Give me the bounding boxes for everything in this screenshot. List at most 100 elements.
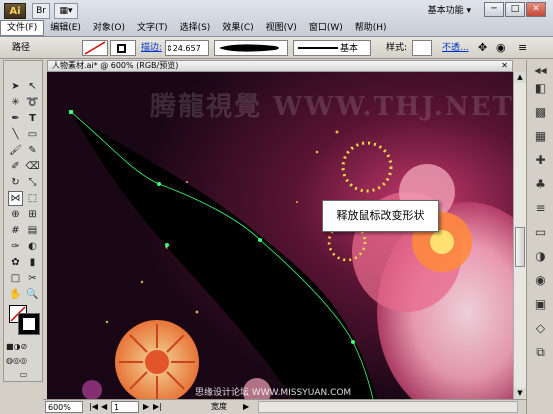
status-bar: 600% |◀ ◀ 1 ▶ ▶| 宽度 ▶ bbox=[43, 399, 526, 414]
artboard-icon[interactable]: □ bbox=[8, 271, 23, 286]
perspective-grid-icon[interactable]: ⊞ bbox=[25, 207, 40, 222]
transparency-icon[interactable]: ◑ bbox=[532, 248, 549, 265]
close-tab-icon[interactable]: ✕ bbox=[501, 61, 508, 71]
scale-icon[interactable]: ⤡ bbox=[25, 175, 40, 190]
menu-type[interactable]: 文字(T) bbox=[131, 20, 174, 36]
bridge-icon[interactable]: Br bbox=[32, 3, 50, 19]
blob-brush-icon[interactable]: ✐ bbox=[8, 159, 23, 174]
workspace-switcher[interactable]: 基本功能 ▾ bbox=[424, 3, 475, 19]
width-tool-icon[interactable]: ⋈ bbox=[8, 191, 23, 206]
workspace-label: 基本功能 bbox=[427, 6, 464, 16]
rectangle-icon[interactable]: ▭ bbox=[25, 127, 40, 142]
next-page-icon[interactable]: ▶ bbox=[143, 401, 149, 413]
zoom-value: 600% bbox=[48, 403, 71, 412]
menu-edit[interactable]: 编辑(E) bbox=[44, 20, 87, 36]
appearance-icon[interactable]: ◉ bbox=[532, 272, 549, 289]
status-menu-icon[interactable]: ▶ bbox=[243, 401, 249, 413]
hand-icon[interactable]: ✋ bbox=[8, 287, 23, 302]
symbols-icon[interactable]: ♣ bbox=[532, 176, 549, 193]
rotate-icon[interactable]: ↻ bbox=[8, 175, 23, 190]
tool-status-text: 宽度 bbox=[211, 402, 227, 411]
minimize-button[interactable]: ─ bbox=[484, 2, 504, 17]
isolate-icon[interactable]: ✥ bbox=[478, 40, 487, 56]
recolor-artwork-icon[interactable]: ◉ bbox=[496, 40, 506, 56]
slice-icon[interactable]: ✂ bbox=[25, 271, 40, 286]
swatches-icon[interactable]: ▦ bbox=[532, 128, 549, 145]
last-page-icon[interactable]: ▶| bbox=[153, 401, 162, 413]
artboards-icon[interactable]: ⧉ bbox=[532, 344, 549, 361]
eraser-icon[interactable]: ⌫ bbox=[25, 159, 40, 174]
page-field[interactable]: 1 bbox=[111, 401, 139, 413]
stroke-color-box[interactable] bbox=[18, 313, 40, 335]
stroke-panel-link[interactable]: 描边: bbox=[141, 40, 162, 56]
paintbrush-icon[interactable]: 🖌 bbox=[8, 143, 23, 158]
free-transform-icon[interactable]: ⬚ bbox=[25, 191, 40, 206]
scroll-thumb[interactable] bbox=[515, 227, 525, 267]
line-segment-icon[interactable]: ╲ bbox=[8, 127, 23, 142]
document-tab[interactable]: 人物素材.ai* @ 600% (RGB/预览) ✕ bbox=[47, 60, 513, 72]
layers-icon[interactable]: ◇ bbox=[532, 320, 549, 337]
artboard-canvas[interactable]: 腾龍視覺 WWW.THJ.NET 思缘设计论坛 WWW.MISSYUAN.COM bbox=[47, 72, 513, 399]
page-value: 1 bbox=[114, 403, 120, 412]
vertical-scrollbar[interactable]: ▲ ▼ bbox=[513, 72, 526, 399]
pen-icon[interactable]: ✒ bbox=[8, 111, 23, 126]
scroll-down-arrow-icon[interactable]: ▼ bbox=[514, 388, 526, 399]
stroke-weight-input[interactable]: ⇕24.657 bbox=[165, 40, 209, 56]
lasso-icon[interactable]: ➰ bbox=[25, 95, 40, 110]
close-button[interactable]: ✕ bbox=[526, 2, 546, 17]
screen-mode-icon[interactable]: ▭ bbox=[16, 367, 31, 382]
zoom-field[interactable]: 600% bbox=[45, 401, 83, 413]
stroke-panel-icon[interactable]: ≡ bbox=[532, 200, 549, 217]
draw-mode-icon[interactable]: ◍◎◎ bbox=[6, 353, 27, 368]
menu-effect[interactable]: 效果(C) bbox=[216, 20, 259, 36]
zoom-icon[interactable]: 🔍 bbox=[25, 287, 40, 302]
graphic-style-dropdown[interactable] bbox=[412, 40, 432, 56]
gradient-icon[interactable]: ▤ bbox=[25, 223, 40, 238]
first-page-icon[interactable]: |◀ bbox=[89, 401, 98, 413]
opacity-link[interactable]: 不透... bbox=[442, 40, 469, 56]
brush-definition-dropdown[interactable]: 基本 bbox=[293, 40, 371, 56]
tools-panel: ➤ ↖ ✳ ➰ ✒ T ╲ ▭ 🖌 ✎ ✐ ⌫ ↻ ⤡ ⋈ ⬚ ⊕ ⊞ # ▤ … bbox=[3, 60, 43, 382]
pencil-icon[interactable]: ✎ bbox=[25, 143, 40, 158]
menu-select[interactable]: 选择(S) bbox=[174, 20, 217, 36]
shape-builder-icon[interactable]: ⊕ bbox=[8, 207, 23, 222]
stroke-weight-value: 24.657 bbox=[172, 44, 201, 53]
selection-arrow-icon[interactable]: ➤ bbox=[8, 79, 23, 94]
type-icon[interactable]: T bbox=[25, 111, 40, 126]
app-logo: Ai bbox=[4, 3, 26, 19]
menu-object[interactable]: 对象(O) bbox=[87, 20, 131, 36]
eyedropper-icon[interactable]: ✑ bbox=[8, 239, 23, 254]
fill-swatch[interactable] bbox=[82, 40, 108, 56]
direct-selection-icon[interactable]: ↖ bbox=[25, 79, 40, 94]
menu-window[interactable]: 窗口(W) bbox=[303, 20, 349, 36]
menu-view[interactable]: 视图(V) bbox=[260, 20, 303, 36]
graphic-styles-icon[interactable]: ▣ bbox=[532, 296, 549, 313]
column-graph-icon[interactable]: ▮ bbox=[25, 255, 40, 270]
gradient-panel-icon[interactable]: ▭ bbox=[532, 224, 549, 241]
collapse-panels-icon[interactable]: ◀◀ bbox=[532, 62, 549, 79]
menu-file[interactable]: 文件(F) bbox=[0, 20, 45, 36]
stepper-icon[interactable]: ⇕ bbox=[166, 44, 173, 53]
brushes-icon[interactable]: ✚ bbox=[532, 152, 549, 169]
prev-page-icon[interactable]: ◀ bbox=[101, 401, 107, 413]
stroke-swatch[interactable] bbox=[110, 40, 136, 56]
arrange-documents-icon[interactable]: ▦▾ bbox=[54, 3, 78, 19]
chevron-down-icon: ▾ bbox=[466, 6, 471, 16]
menu-bar: 文件(F) 编辑(E) 对象(O) 文字(T) 选择(S) 效果(C) 视图(V… bbox=[0, 20, 393, 36]
watermark-text: 腾龍視覺 WWW.THJ.NET bbox=[150, 92, 513, 122]
mesh-icon[interactable]: # bbox=[8, 223, 23, 238]
color-panel-icon[interactable]: ◧ bbox=[532, 80, 549, 97]
menu-help[interactable]: 帮助(H) bbox=[349, 20, 393, 36]
variable-width-profile-dropdown[interactable] bbox=[214, 40, 288, 56]
maximize-button[interactable]: □ bbox=[505, 2, 525, 17]
magic-wand-icon[interactable]: ✳ bbox=[8, 95, 23, 110]
blend-icon[interactable]: ◐ bbox=[25, 239, 40, 254]
title-bar: Ai Br ▦▾ 基本功能 ▾ ─ □ ✕ 文件(F) 编辑(E) 对象(O) … bbox=[0, 0, 553, 37]
color-mode-icon[interactable]: ■◑⊘ bbox=[6, 339, 27, 354]
color-guide-icon[interactable]: ▩ bbox=[532, 104, 549, 121]
horizontal-scrollbar[interactable] bbox=[258, 401, 518, 413]
symbol-sprayer-icon[interactable]: ✿ bbox=[8, 255, 23, 270]
right-panel-dock: ◀◀ ◧ ▩ ▦ ✚ ♣ ≡ ▭ ◑ ◉ ▣ ◇ ⧉ bbox=[526, 60, 553, 414]
panel-menu-icon[interactable]: ≡ bbox=[518, 40, 527, 56]
scroll-up-arrow-icon[interactable]: ▲ bbox=[514, 72, 526, 83]
